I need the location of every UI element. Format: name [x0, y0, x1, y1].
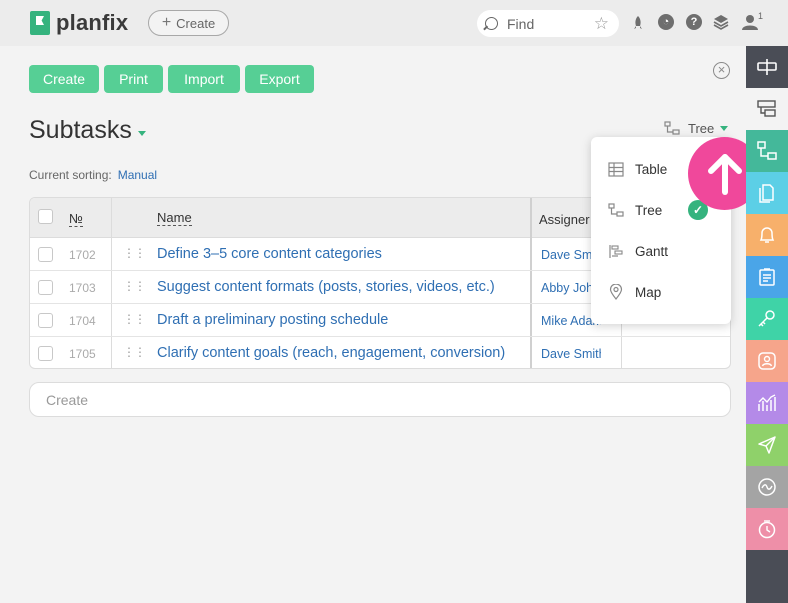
- select-all-checkbox[interactable]: [38, 209, 53, 224]
- create-subtask-input[interactable]: Create: [29, 382, 731, 417]
- bell-icon: [759, 227, 775, 243]
- clock-icon[interactable]: ◔: [658, 14, 674, 30]
- map-pin-icon: [608, 284, 624, 300]
- plus-icon: +: [161, 14, 172, 31]
- board-icon: [757, 100, 776, 117]
- star-icon[interactable]: ☆: [594, 14, 609, 34]
- task-number: 1703: [69, 281, 96, 295]
- row-checkbox[interactable]: [38, 280, 53, 295]
- task-number: 1704: [69, 314, 96, 328]
- documents-icon: [759, 184, 774, 203]
- sidebar-item-board[interactable]: [746, 88, 788, 130]
- clock-icon: [758, 520, 776, 539]
- chevron-down-icon: [720, 126, 729, 131]
- tree-icon: [664, 121, 680, 135]
- task-icon: [757, 59, 777, 75]
- task-number: 1705: [69, 347, 96, 361]
- sidebar-item-subtasks[interactable]: [746, 130, 788, 172]
- drag-handle-icon[interactable]: ⋮⋮: [123, 279, 146, 293]
- menu-item-label: Tree: [635, 202, 663, 218]
- subtasks-tree-icon: [757, 141, 777, 160]
- sidebar-item-time[interactable]: [746, 508, 788, 550]
- header-create-button[interactable]: + Create: [148, 10, 229, 36]
- table-row[interactable]: 1705 ⋮⋮ Clarify content goals (reach, en…: [30, 337, 730, 368]
- sidebar-item-analytics[interactable]: [746, 382, 788, 424]
- column-header-number[interactable]: №: [69, 211, 83, 227]
- task-name-link[interactable]: Draft a preliminary posting schedule: [157, 312, 388, 328]
- close-icon[interactable]: ×: [713, 62, 730, 79]
- view-mode-toggle[interactable]: Tree: [664, 121, 729, 136]
- page-title[interactable]: Subtasks: [29, 116, 132, 145]
- row-checkbox[interactable]: [38, 313, 53, 328]
- search-placeholder: Find: [507, 15, 535, 32]
- sorting-info: Current sorting: Manual: [29, 168, 157, 182]
- assignee-link[interactable]: Dave Smith: [541, 347, 601, 361]
- right-sidebar: [746, 46, 788, 603]
- tree-icon: [608, 202, 624, 218]
- import-button[interactable]: Import: [168, 65, 240, 93]
- task-name-link[interactable]: Clarify content goals (reach, engagement…: [157, 345, 505, 361]
- rocket-icon[interactable]: [630, 14, 646, 30]
- drag-handle-icon[interactable]: ⋮⋮: [123, 312, 146, 326]
- layers-icon[interactable]: [713, 14, 729, 30]
- row-checkbox[interactable]: [38, 247, 53, 262]
- logo-text: planfix: [56, 10, 129, 35]
- menu-item-label: Table: [635, 161, 668, 177]
- title-dropdown-caret-icon[interactable]: [138, 131, 146, 136]
- view-mode-label: Tree: [688, 121, 715, 136]
- column-header-assignee[interactable]: Assigner: [539, 212, 590, 227]
- sorting-label: Current sorting:: [29, 168, 112, 182]
- checklist-icon: [759, 268, 775, 286]
- task-number: 1702: [69, 248, 96, 262]
- create-subtask-placeholder: Create: [46, 391, 89, 408]
- create-button[interactable]: Create: [29, 65, 99, 93]
- drag-handle-icon[interactable]: ⋮⋮: [123, 345, 146, 359]
- column-header-name[interactable]: Name: [157, 210, 192, 226]
- sidebar-item-messages[interactable]: [746, 424, 788, 466]
- menu-item-label: Map: [635, 284, 662, 300]
- top-header: planfix + Create Find ☆ ◔ ? 1: [0, 0, 788, 46]
- logo[interactable]: planfix: [30, 10, 128, 36]
- contact-icon: [758, 352, 776, 370]
- task-name-link[interactable]: Define 3–5 core content categories: [157, 246, 382, 262]
- sidebar-item-task[interactable]: [746, 46, 788, 88]
- table-icon: [608, 161, 624, 177]
- menu-item-map[interactable]: Map: [591, 274, 731, 310]
- help-icon[interactable]: ?: [686, 14, 702, 30]
- user-icon[interactable]: [742, 14, 758, 30]
- logo-flag-icon: [30, 11, 50, 35]
- sidebar-item-contacts[interactable]: [746, 340, 788, 382]
- header-create-label: Create: [176, 15, 216, 31]
- export-button[interactable]: Export: [245, 65, 314, 93]
- row-checkbox[interactable]: [38, 346, 53, 361]
- key-icon: [758, 310, 775, 327]
- sidebar-item-notifications[interactable]: [746, 214, 788, 256]
- task-name-link[interactable]: Suggest content formats (posts, stories,…: [157, 279, 495, 295]
- analytics-icon: [758, 394, 776, 411]
- sidebar-item-checklist[interactable]: [746, 256, 788, 298]
- drag-handle-icon[interactable]: ⋮⋮: [123, 246, 146, 260]
- print-button[interactable]: Print: [104, 65, 163, 93]
- notification-count: 1: [758, 11, 764, 21]
- search-icon: [485, 17, 498, 30]
- sorting-value-link[interactable]: Manual: [118, 168, 157, 182]
- search-input[interactable]: Find ☆: [477, 10, 619, 37]
- send-icon: [758, 436, 776, 454]
- activity-icon: [758, 478, 776, 496]
- gantt-icon: [608, 243, 624, 259]
- sidebar-item-activity[interactable]: [746, 466, 788, 508]
- menu-item-label: Gantt: [635, 243, 669, 259]
- menu-item-gantt[interactable]: Gantt: [591, 233, 731, 269]
- sidebar-item-access[interactable]: [746, 298, 788, 340]
- sidebar-item-documents[interactable]: [746, 172, 788, 214]
